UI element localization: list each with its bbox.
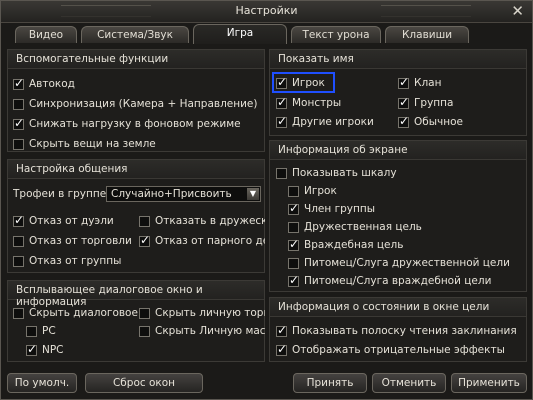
checkbox-pc[interactable]: PC [26, 323, 136, 339]
checkbox-icon[interactable] [13, 255, 24, 267]
checkbox-icon[interactable] [276, 114, 287, 128]
tab-keys[interactable]: Клавиши [385, 26, 469, 43]
checkbox-icon[interactable] [398, 95, 409, 109]
checkbox-icon[interactable] [276, 95, 287, 109]
chevron-down-icon[interactable]: ▼ [247, 188, 259, 200]
checkbox-autocode[interactable]: Автокод [13, 76, 75, 92]
checkbox-bar-friendly-pet[interactable]: Питомец/Слуга дружественной цели [288, 255, 510, 271]
window-title: Настройки [235, 4, 298, 17]
popup-dialog-panel: Всплывающее диалоговое окно и информация… [7, 280, 265, 362]
settings-window: Настройки ✕ Видео Система/Звук Игра Текс… [0, 0, 533, 400]
checkbox-icon[interactable] [139, 325, 150, 337]
checkbox-icon[interactable] [13, 76, 24, 90]
checkbox-icon[interactable] [398, 75, 409, 89]
checkbox-show-other-players[interactable]: Другие игроки [276, 114, 374, 130]
apply-button[interactable]: Применить [451, 373, 527, 393]
checkbox-show-player[interactable]: Игрок [276, 75, 325, 91]
checkbox-icon[interactable] [13, 213, 24, 227]
reset-windows-button[interactable]: Сброс окон [85, 373, 203, 393]
helper-functions-title: Вспомогательные функции [8, 50, 264, 69]
title-bar[interactable]: Настройки ✕ [1, 1, 532, 23]
checkbox-icon[interactable] [276, 323, 287, 337]
checkbox-show-party[interactable]: Группа [398, 95, 453, 111]
checkbox-bar-hostile-target[interactable]: Враждебная цель [288, 237, 403, 253]
checkbox-icon[interactable] [139, 233, 150, 247]
communication-title: Настройка общения [8, 160, 264, 179]
checkbox-icon[interactable] [139, 307, 150, 319]
checkbox-icon[interactable] [276, 167, 287, 179]
checkbox-show-casting-bar[interactable]: Показывать полоску чтения заклинания [276, 323, 517, 339]
defaults-button[interactable]: По умолч. [7, 373, 77, 393]
loot-dropdown[interactable]: Случайно+Присвоить ▼ [106, 186, 261, 202]
checkbox-icon[interactable] [288, 257, 299, 269]
checkbox-icon[interactable] [26, 325, 37, 337]
target-info-title: Информация о состоянии в окне цели [270, 298, 526, 317]
checkbox-bar-player[interactable]: Игрок [288, 183, 337, 199]
loot-label: Трофеи в группе [13, 188, 107, 200]
checkbox-icon[interactable] [288, 221, 299, 233]
checkbox-icon[interactable] [26, 342, 37, 356]
checkbox-icon[interactable] [288, 185, 299, 197]
checkbox-icon[interactable] [288, 273, 299, 287]
checkbox-icon[interactable] [13, 116, 24, 130]
show-name-title: Показать имя [270, 50, 526, 69]
popup-dialog-title: Всплывающее диалоговое окно и информация [8, 281, 264, 308]
checkbox-icon[interactable] [276, 342, 287, 356]
checkbox-bar-friendly-target[interactable]: Дружественная цель [288, 219, 422, 235]
checkbox-refuse-duel[interactable]: Отказ от дуэли [13, 213, 139, 229]
checkbox-refuse-trade[interactable]: Отказ от торговли [13, 233, 139, 249]
screen-info-title: Информация об экране [270, 141, 526, 160]
checkbox-show-normal[interactable]: Обычное [398, 114, 463, 130]
helper-functions-panel: Вспомогательные функции Автокод Синхрони… [7, 49, 265, 152]
checkbox-refuse-party[interactable]: Отказ от группы [13, 253, 139, 269]
target-info-panel: Информация о состоянии в окне цели Показ… [269, 297, 527, 362]
checkbox-icon[interactable] [139, 215, 150, 227]
checkbox-reduce-load[interactable]: Снижать нагрузку в фоновом режиме [13, 116, 241, 132]
checkbox-show-clan[interactable]: Клан [398, 75, 441, 91]
close-icon[interactable]: ✕ [511, 2, 524, 20]
accept-button[interactable]: Принять [293, 373, 367, 393]
checkbox-icon[interactable] [13, 98, 24, 110]
checkbox-icon[interactable] [13, 307, 24, 319]
checkbox-bar-party-member[interactable]: Член группы [288, 201, 375, 217]
tab-damage-text[interactable]: Текст урона [291, 26, 381, 43]
checkbox-sync-camera[interactable]: Синхронизация (Камера + Направление) [13, 96, 258, 112]
checkbox-icon[interactable] [276, 75, 287, 89]
checkbox-refuse-couple-action[interactable]: Отказ от парного дей [139, 233, 265, 249]
checkbox-icon[interactable] [288, 201, 299, 215]
checkbox-icon[interactable] [288, 237, 299, 251]
checkbox-bar-hostile-pet[interactable]: Питомец/Слуга враждебной цели [288, 273, 491, 289]
tab-bar: Видео Система/Звук Игра Текст урона Клав… [1, 23, 532, 44]
checkbox-show-debuffs[interactable]: Отображать отрицательные эффекты [276, 342, 505, 358]
checkbox-show-monsters[interactable]: Монстры [276, 95, 341, 111]
checkbox-hide-dialog[interactable]: Скрыть диалоговое ок [13, 305, 139, 321]
checkbox-icon[interactable] [13, 138, 24, 150]
checkbox-icon[interactable] [13, 235, 24, 247]
screen-info-panel: Информация об экране Показывать шкалу Иг… [269, 140, 527, 292]
checkbox-hide-ground-items[interactable]: Скрыть вещи на земле [13, 136, 156, 152]
cancel-button[interactable]: Отменить [372, 373, 446, 393]
checkbox-hide-private-workshop[interactable]: Скрыть Личную масте [139, 323, 265, 339]
checkbox-npc[interactable]: NPC [26, 342, 136, 358]
tab-video[interactable]: Видео [15, 26, 77, 43]
checkbox-refuse-friend[interactable]: Отказать в дружеской [139, 213, 265, 229]
show-name-panel: Показать имя Игрок Клан Монстры Группа Д… [269, 49, 527, 136]
tab-game[interactable]: Игра [193, 24, 287, 44]
communication-panel: Настройка общения Трофеи в группе Случай… [7, 159, 265, 273]
tab-system-sound[interactable]: Система/Звук [81, 26, 189, 43]
checkbox-show-bar[interactable]: Показывать шкалу [276, 165, 397, 181]
checkbox-hide-private-store[interactable]: Скрыть личную торго [139, 305, 265, 321]
checkbox-icon[interactable] [398, 114, 409, 128]
